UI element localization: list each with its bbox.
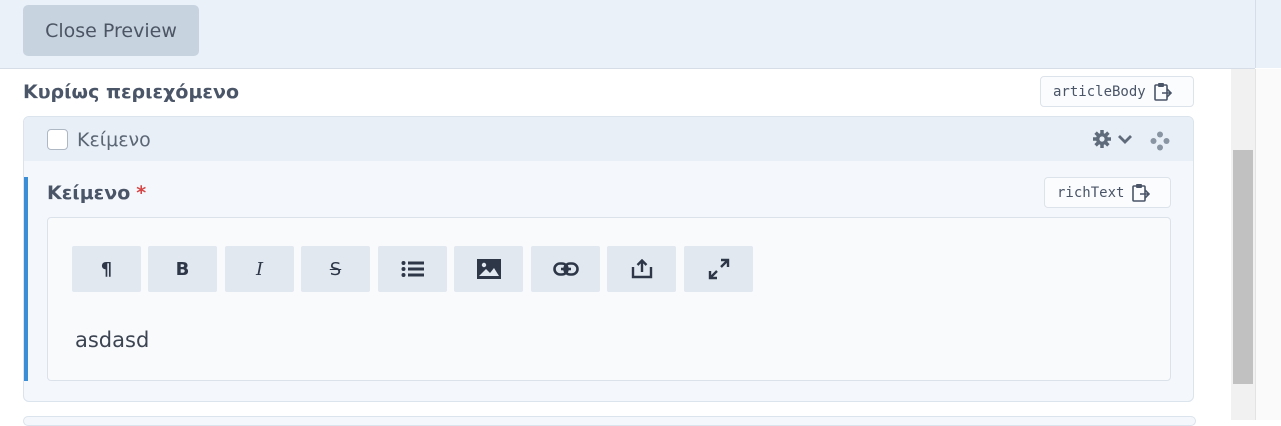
article-body-key-tag[interactable]: articleBody [1040, 76, 1194, 107]
strikethrough-icon: S [329, 258, 342, 280]
preview-toolbar: Close Preview [0, 0, 1255, 69]
block-header: Κείμενο [24, 117, 1193, 161]
article-body-key: articleBody [1053, 83, 1146, 100]
italic-button[interactable]: I [225, 246, 294, 292]
bullet-list-icon [401, 261, 424, 277]
fullscreen-button[interactable] [684, 246, 753, 292]
link-button[interactable] [531, 246, 600, 292]
field-label: Κείμενο * [47, 182, 146, 204]
paragraph-button[interactable]: ¶ [72, 246, 141, 292]
section-title: Κυρίως περιεχόμενο [23, 81, 239, 103]
chevron-down-icon[interactable] [1117, 132, 1133, 146]
upload-icon [631, 259, 652, 279]
upload-button[interactable] [607, 246, 676, 292]
editor-content[interactable]: asdasd [75, 328, 149, 352]
copy-key-icon[interactable] [1132, 183, 1151, 203]
block-select-checkbox[interactable] [47, 129, 68, 150]
bullet-list-button[interactable] [378, 246, 447, 292]
scrollbar-thumb[interactable] [1233, 150, 1253, 384]
paragraph-icon: ¶ [100, 258, 113, 280]
strikethrough-button[interactable]: S [301, 246, 370, 292]
required-marker: * [136, 182, 147, 204]
rich-text-key-tag[interactable]: richText [1044, 177, 1171, 208]
image-icon [476, 259, 501, 279]
fullscreen-icon [708, 258, 729, 280]
field-label-text: Κείμενο [47, 182, 131, 204]
gear-icon[interactable] [1092, 129, 1112, 149]
block-title: Κείμενο [77, 129, 151, 151]
copy-key-icon[interactable] [1153, 82, 1172, 102]
next-block-edge [23, 416, 1196, 426]
italic-icon: I [255, 258, 264, 280]
close-preview-button[interactable]: Close Preview [23, 5, 199, 56]
drag-handle-icon[interactable] [1150, 131, 1170, 151]
field-accent-bar [24, 177, 28, 381]
rich-text-editor[interactable]: ¶ B I S asdasd [47, 217, 1171, 381]
top-right-panel [1255, 0, 1281, 68]
bold-icon: B [175, 258, 190, 280]
content-block-card: Κείμενο Κείμενο * ¶ B I S asdasd [23, 116, 1194, 402]
bold-button[interactable]: B [148, 246, 217, 292]
image-button[interactable] [454, 246, 523, 292]
rich-text-key: richText [1057, 184, 1125, 201]
right-gutter [1256, 69, 1281, 420]
link-icon [552, 262, 579, 276]
